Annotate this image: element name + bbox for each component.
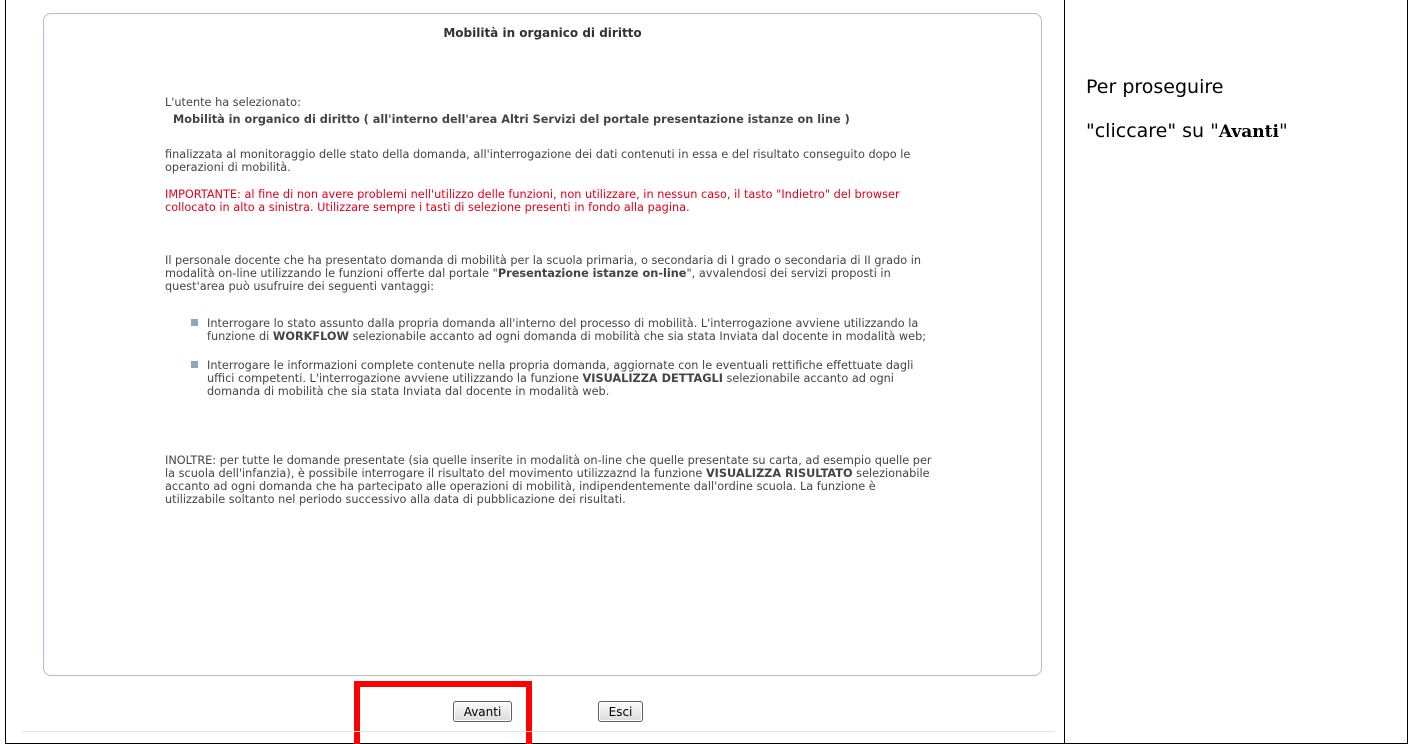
inoltre-text: INOLTRE: per tutte le domande presentate… <box>165 454 935 506</box>
portal-name: Presentazione istanze on-line <box>497 267 687 280</box>
purpose-text: finalizzata al monitoraggio delle stato … <box>165 148 911 174</box>
bullet-square-icon <box>191 319 198 326</box>
quote-open: " <box>1210 120 1219 142</box>
instructions: Per proseguire "cliccare" su "Avanti" <box>1086 65 1396 154</box>
instruction-line-1: Per proseguire <box>1086 76 1224 98</box>
advantages-intro: Il personale docente che ha presentato d… <box>165 254 935 293</box>
warning-text: IMPORTANTE: al fine di non avere problem… <box>165 188 900 214</box>
column-divider <box>1064 0 1065 744</box>
avanti-button[interactable]: Avanti <box>453 701 512 722</box>
selected-service-title: Mobilità in organico di diritto ( all'in… <box>173 113 850 126</box>
panel-content: L'utente ha selezionato: Mobilità in org… <box>165 96 935 506</box>
info-panel: Mobilità in organico di diritto L'utente… <box>43 13 1042 676</box>
list-item: Interrogare lo stato assunto dalla propr… <box>191 317 935 343</box>
details-keyword: VISUALIZZA DETTAGLI <box>582 372 723 385</box>
instruction-avanti-label: Avanti <box>1218 122 1279 142</box>
quote-close: " <box>1278 120 1288 142</box>
risultato-keyword: VISUALIZZA RISULTATO <box>705 467 853 480</box>
bullet-square-icon <box>191 361 198 368</box>
advantages-list: Interrogare lo stato assunto dalla propr… <box>191 317 935 398</box>
instruction-text: "cliccare" su <box>1086 120 1211 142</box>
footer-divider <box>22 731 1055 732</box>
workflow-keyword: WORKFLOW <box>272 330 349 343</box>
panel-title: Mobilità in organico di diritto <box>443 26 642 40</box>
list-item-text: selezionabile accanto ad ogni domanda di… <box>349 330 927 343</box>
list-item: Interrogare le informazioni complete con… <box>191 359 935 398</box>
selected-intro: L'utente ha selezionato: <box>165 96 301 109</box>
esci-button[interactable]: Esci <box>598 701 643 722</box>
instruction-line-2: "cliccare" su "Avanti" <box>1086 109 1396 154</box>
